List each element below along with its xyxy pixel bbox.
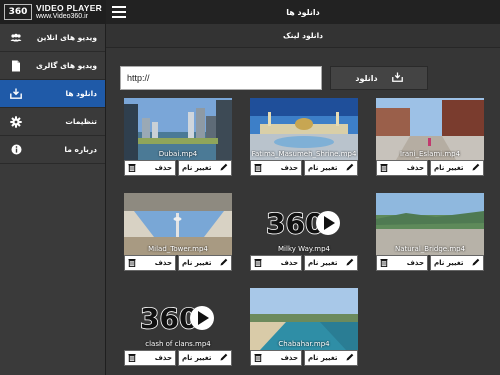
info-icon xyxy=(10,144,22,156)
sidebar-item-label: دانلود ها xyxy=(65,89,97,98)
sidebar-item-downloads[interactable]: دانلود ها xyxy=(0,80,105,108)
brand: 360 VIDEO PLAYER www.Video360.ir xyxy=(0,0,105,24)
video-card: Natural_Bridge.mp4 حذف تغییر نام xyxy=(376,193,484,273)
rename-button[interactable]: تغییر نام xyxy=(304,255,358,271)
brand-title: VIDEO PLAYER xyxy=(36,3,103,14)
sidebar-item-label: درباره ما xyxy=(64,145,97,154)
sidebar-item-gallery-videos[interactable]: ویدیو های گالری xyxy=(0,52,105,80)
rename-button[interactable]: تغییر نام xyxy=(304,350,358,366)
trash-icon xyxy=(254,258,262,269)
delete-button[interactable]: حذف xyxy=(376,255,428,271)
svg-text:360: 360 xyxy=(140,302,198,335)
delete-button[interactable]: حذف xyxy=(250,350,302,366)
delete-button[interactable]: حذف xyxy=(124,160,176,176)
pencil-icon xyxy=(346,258,354,268)
video-filename: clash of clans.mp4 xyxy=(145,340,211,348)
video-filename: Natural_Bridge.mp4 xyxy=(394,245,466,253)
video-thumbnail[interactable]: Fatima_Masumeh_Shrine.mp4 xyxy=(250,98,358,160)
download-button[interactable]: دانلود xyxy=(330,66,428,90)
download-tray-icon xyxy=(10,88,22,100)
video-thumbnail[interactable]: Natural_Bridge.mp4 xyxy=(376,193,484,255)
sidebar-item-online-videos[interactable]: ویدیو های انلاین xyxy=(0,24,105,52)
video-filename: Milad_Tower.mp4 xyxy=(148,245,208,253)
trash-icon xyxy=(254,163,262,174)
pencil-icon xyxy=(346,353,354,363)
video-thumbnail[interactable]: Irani_Eslami.mp4 xyxy=(376,98,484,160)
video-card: Fatima_Masumeh_Shrine.mp4 حذف تغییر نام xyxy=(250,98,358,178)
trash-icon xyxy=(380,163,388,174)
svg-text:360: 360 xyxy=(266,207,324,240)
download-button-label: دانلود xyxy=(355,73,378,83)
download-tray-icon xyxy=(391,72,403,84)
rename-button[interactable]: تغییر نام xyxy=(304,160,358,176)
delete-button[interactable]: حذف xyxy=(250,255,302,271)
trash-icon xyxy=(254,353,262,364)
section-header: دانلود لینک xyxy=(106,24,500,48)
sidebar-item-label: ویدیو های گالری xyxy=(36,61,97,70)
pencil-icon xyxy=(346,163,354,173)
video-card: 360 clash of clans.mp4 حذف تغییر نام xyxy=(124,288,232,368)
video-filename: Dubai.mp4 xyxy=(158,150,198,158)
pencil-icon xyxy=(472,258,480,268)
pencil-icon xyxy=(472,163,480,173)
pencil-icon xyxy=(220,258,228,268)
video-card: Chabahar.mp4 حذف تغییر نام xyxy=(250,288,358,368)
section-title: دانلود لینک xyxy=(282,31,324,40)
hamburger-icon[interactable] xyxy=(112,6,126,18)
app-window: 360 VIDEO PLAYER www.Video360.ir ویدیو ه… xyxy=(0,0,500,375)
video-filename: Fatima_Masumeh_Shrine.mp4 xyxy=(251,150,357,158)
video-filename: Milky Way.mp4 xyxy=(278,245,330,253)
page-title: دانلود ها xyxy=(286,7,320,17)
rename-button[interactable]: تغییر نام xyxy=(178,160,232,176)
video-card: Dubai.mp4 حذف تغییر نام xyxy=(124,98,232,178)
sidebar: 360 VIDEO PLAYER www.Video360.ir ویدیو ه… xyxy=(0,0,106,375)
delete-button[interactable]: حذف xyxy=(250,160,302,176)
video-thumbnail[interactable]: 360 Milky Way.mp4 xyxy=(250,193,358,255)
video-thumbnail[interactable]: Milad_Tower.mp4 xyxy=(124,193,232,255)
brand-logo: 360 xyxy=(4,4,32,20)
url-input[interactable] xyxy=(120,66,322,90)
video-filename: Irani_Eslami.mp4 xyxy=(399,150,461,158)
video-card: Irani_Eslami.mp4 حذف تغییر نام xyxy=(376,98,484,178)
rename-button[interactable]: تغییر نام xyxy=(430,255,484,271)
video-filename: Chabahar.mp4 xyxy=(278,340,330,348)
gear-icon xyxy=(10,115,22,128)
trash-icon xyxy=(128,353,136,364)
rename-button[interactable]: تغییر نام xyxy=(178,255,232,271)
sidebar-item-settings[interactable]: تنظیمات xyxy=(0,108,105,136)
rename-button[interactable]: تغییر نام xyxy=(178,350,232,366)
delete-button[interactable]: حذف xyxy=(376,160,428,176)
pencil-icon xyxy=(220,353,228,363)
trash-icon xyxy=(380,258,388,269)
video-card: Milad_Tower.mp4 حذف تغییر نام xyxy=(124,193,232,273)
pencil-icon xyxy=(220,163,228,173)
video-card: 360 Milky Way.mp4 حذف تغییر نام xyxy=(250,193,358,273)
delete-button[interactable]: حذف xyxy=(124,350,176,366)
rename-button[interactable]: تغییر نام xyxy=(430,160,484,176)
video-thumbnail[interactable]: Chabahar.mp4 xyxy=(250,288,358,350)
sidebar-item-label: ویدیو های انلاین xyxy=(36,33,97,42)
sidebar-item-label: تنظیمات xyxy=(65,117,97,126)
sidebar-item-about[interactable]: درباره ما xyxy=(0,136,105,164)
file-icon xyxy=(10,60,22,72)
delete-button[interactable]: حذف xyxy=(124,255,176,271)
users-icon xyxy=(10,32,22,44)
video-thumbnail[interactable]: Dubai.mp4 xyxy=(124,98,232,160)
trash-icon xyxy=(128,163,136,174)
trash-icon xyxy=(128,258,136,269)
brand-url: www.Video360.ir xyxy=(36,12,89,20)
video-thumbnail[interactable]: 360 clash of clans.mp4 xyxy=(124,288,232,350)
top-bar: دانلود ها xyxy=(106,0,500,24)
